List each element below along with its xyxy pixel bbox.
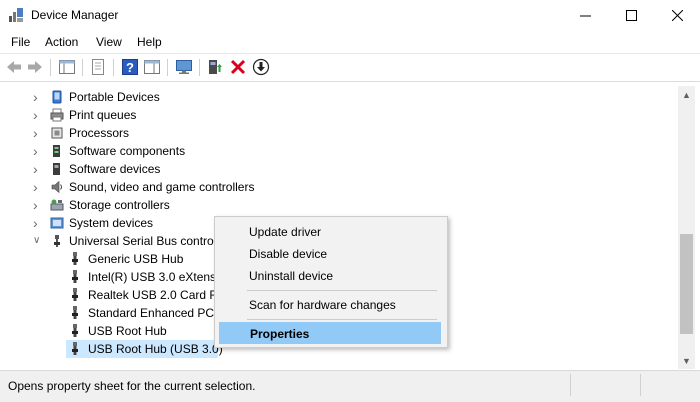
tree-device-label: Standard Enhanced PCI: [88, 306, 218, 320]
menu-help[interactable]: Help: [137, 35, 162, 49]
tree-category-label: System devices: [69, 216, 154, 230]
menu-item-update-driver[interactable]: Update driver: [219, 221, 441, 243]
usb-plug-icon: [72, 252, 78, 265]
back-arrow-icon[interactable]: [5, 58, 23, 76]
status-pane-divider: [640, 374, 641, 396]
maximize-icon: [625, 10, 637, 21]
tree-category-label: Software components: [69, 144, 186, 158]
minimize-icon: [579, 15, 591, 17]
show-hide-console-tree-icon[interactable]: [58, 58, 76, 76]
menu-separator: [247, 290, 437, 291]
vertical-scrollbar[interactable]: ▲ ▼: [678, 86, 695, 369]
tree-category[interactable]: › Processors: [6, 124, 666, 142]
tree-category-label: Print queues: [69, 108, 137, 122]
usb-plug-icon: [72, 306, 78, 319]
menu-item-properties[interactable]: Properties: [219, 322, 441, 344]
menu-item-scan-hardware[interactable]: Scan for hardware changes: [219, 294, 441, 316]
expand-chevron-icon[interactable]: ›: [33, 178, 41, 196]
speaker-icon: [51, 180, 62, 194]
software-device-icon: [53, 163, 60, 175]
toolbar-separator: [50, 59, 51, 76]
tree-category[interactable]: › Software devices: [6, 160, 666, 178]
toolbar-separator: [113, 59, 114, 76]
usb-plug-icon: [72, 288, 78, 301]
scroll-up-icon[interactable]: ▲: [678, 86, 695, 103]
tree-device-label: Realtek USB 2.0 Card Rea: [88, 288, 232, 302]
menu-separator: [247, 319, 437, 320]
tree-category-label: Processors: [69, 126, 130, 140]
expand-chevron-icon[interactable]: ›: [33, 196, 41, 214]
menu-file[interactable]: File: [11, 35, 30, 49]
action-pane-icon[interactable]: [143, 58, 161, 76]
tree-category[interactable]: › Software components: [6, 142, 666, 160]
printer-icon: [50, 108, 64, 122]
toolbar-separator: [199, 59, 200, 76]
menu-bar: File Action View Help: [0, 31, 700, 53]
close-icon: [671, 10, 683, 21]
minimize-button[interactable]: [562, 0, 608, 31]
tree-category[interactable]: › Storage controllers: [6, 196, 666, 214]
tree-device-label: Generic USB Hub: [88, 252, 184, 266]
tree-device-label: USB Root Hub: [88, 324, 167, 338]
storage-controller-icon: [50, 199, 64, 211]
status-bar: Opens property sheet for the current sel…: [0, 370, 700, 402]
title-bar: Device Manager: [0, 0, 700, 31]
processor-icon: [51, 127, 63, 139]
menu-item-disable-device[interactable]: Disable device: [219, 243, 441, 265]
device-manager-icon: [9, 8, 23, 22]
menu-action[interactable]: Action: [45, 35, 78, 49]
tree-category[interactable]: › Print queues: [6, 106, 666, 124]
help-icon[interactable]: ?: [121, 58, 139, 76]
status-text: Opens property sheet for the current sel…: [8, 379, 256, 393]
properties-sheet-icon[interactable]: [89, 58, 107, 76]
tree-category-label: Software devices: [69, 162, 161, 176]
maximize-button[interactable]: [608, 0, 654, 31]
tree-device-label: Intel(R) USB 3.0 eXtensib: [88, 270, 226, 284]
portable-device-icon: [52, 90, 62, 104]
update-driver-icon[interactable]: [206, 58, 224, 76]
tree-category[interactable]: › Portable Devices: [6, 88, 666, 106]
menu-item-uninstall-device[interactable]: Uninstall device: [219, 265, 441, 287]
window-title: Device Manager: [31, 8, 119, 22]
usb-plug-icon: [72, 324, 78, 337]
expand-chevron-icon[interactable]: ›: [33, 88, 41, 106]
close-button[interactable]: [654, 0, 700, 31]
tree-category-label: Storage controllers: [69, 198, 170, 212]
toolbar-separator: [167, 59, 168, 76]
scrollbar-thumb[interactable]: [680, 234, 693, 334]
expand-chevron-icon[interactable]: ›: [33, 124, 41, 142]
svg-text:?: ?: [126, 60, 134, 75]
remove-device-icon[interactable]: [229, 58, 247, 76]
toolbar-separator: [82, 59, 83, 76]
expand-chevron-icon[interactable]: ›: [33, 142, 41, 160]
expand-chevron-icon[interactable]: ›: [33, 106, 41, 124]
software-component-icon: [53, 145, 60, 157]
tree-category-label: Portable Devices: [69, 90, 160, 104]
tree-category[interactable]: › Sound, video and game controllers: [6, 178, 666, 196]
device-manager-window: Device Manager File Action View Help ? ›…: [0, 0, 700, 402]
scroll-down-icon[interactable]: ▼: [678, 352, 695, 369]
collapse-chevron-icon[interactable]: ∨: [33, 232, 41, 250]
tree-device-label: USB Root Hub (USB 3.0): [88, 342, 223, 356]
system-device-icon: [50, 217, 64, 229]
tree-category-label: Universal Serial Bus controll: [69, 234, 220, 248]
expand-chevron-icon[interactable]: ›: [33, 214, 41, 232]
context-menu: Update driver Disable device Uninstall d…: [214, 216, 448, 348]
tree-category-label: Sound, video and game controllers: [69, 180, 255, 194]
usb-plug-icon: [72, 342, 78, 355]
usb-icon: [54, 235, 60, 247]
usb-plug-icon: [72, 270, 78, 283]
monitor-icon[interactable]: [175, 58, 193, 76]
forward-arrow-icon[interactable]: [26, 58, 44, 76]
menu-view[interactable]: View: [96, 35, 122, 49]
download-arrow-icon[interactable]: [252, 58, 270, 76]
status-pane-divider: [570, 374, 571, 396]
expand-chevron-icon[interactable]: ›: [33, 160, 41, 178]
toolbar: ?: [0, 53, 700, 82]
